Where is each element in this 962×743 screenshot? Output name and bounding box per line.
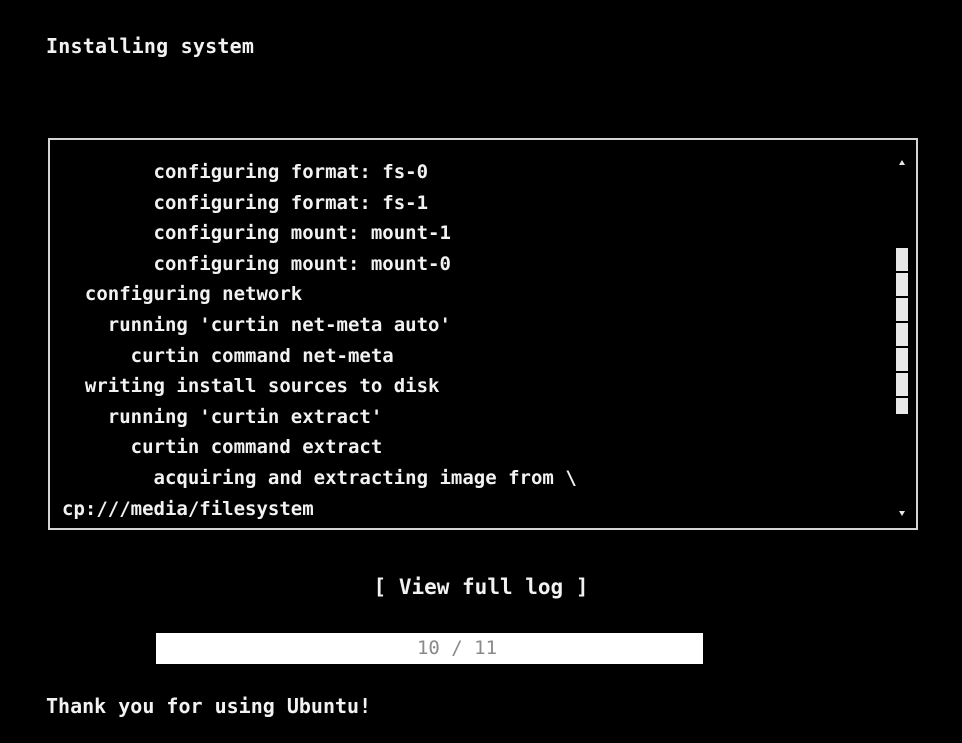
scroll-up-arrow-icon[interactable]	[899, 160, 905, 165]
log-lines: configuring format: fs-0 configuring for…	[62, 157, 882, 524]
log-line: running 'curtin extract'	[62, 405, 383, 428]
scroll-down-arrow-icon[interactable]	[899, 511, 905, 516]
log-line: writing install sources to disk	[62, 375, 440, 398]
thank-you-message: Thank you for using Ubuntu!	[46, 694, 372, 718]
page-title: Installing system	[46, 34, 255, 58]
installer-screen: Installing system configuring format: fs…	[0, 0, 962, 743]
log-line: cp:///media/filesystem	[62, 497, 314, 520]
install-progress-bar: 10 / 11	[156, 633, 758, 664]
progress-label: 10 / 11	[416, 637, 498, 659]
log-line: acquiring and extracting image from \	[62, 466, 577, 489]
scrollbar-thumb[interactable]	[896, 248, 908, 415]
log-line: curtin command extract	[62, 436, 383, 459]
log-line: configuring format: fs-1	[62, 191, 429, 214]
log-line: configuring network	[62, 283, 303, 306]
log-line: running 'curtin net-meta auto'	[62, 313, 451, 336]
log-scrollbar[interactable]	[896, 154, 910, 524]
log-line: configuring mount: mount-0	[62, 252, 451, 275]
install-log-panel[interactable]: configuring format: fs-0 configuring for…	[48, 138, 918, 530]
log-line: curtin command net-meta	[62, 344, 394, 367]
view-full-log-button[interactable]: [ View full log ]	[0, 575, 962, 599]
log-line: configuring mount: mount-1	[62, 222, 451, 245]
log-line: configuring format: fs-0	[62, 161, 429, 183]
